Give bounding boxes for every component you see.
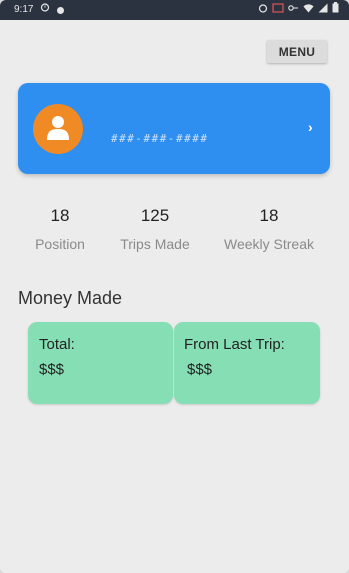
status-time: 9:17: [14, 4, 34, 15]
stat-position: 18 Position: [25, 204, 95, 252]
device-frame: 9:17 MENU ###-###-#### › 18 Position 125…: [0, 0, 349, 573]
status-bar: 9:17: [0, 0, 349, 20]
notification-dot-icon: [57, 6, 65, 14]
total-label: Total:: [39, 336, 75, 353]
menu-button[interactable]: MENU: [267, 40, 327, 63]
wifi-icon: [303, 0, 314, 20]
alarm-icon: [40, 0, 50, 20]
stat-label: Trips Made: [120, 236, 190, 252]
last-trip-value: $$$: [187, 361, 213, 378]
last-trip-label: From Last Trip:: [184, 336, 285, 353]
signal-icon: [318, 0, 328, 20]
profile-card[interactable]: ###-###-#### ›: [18, 83, 330, 174]
key-icon: [288, 0, 299, 20]
sim-icon: [272, 0, 284, 20]
last-trip-card: From Last Trip: $$$: [174, 322, 320, 404]
money-made-title: Money Made: [18, 288, 123, 308]
total-card: Total: $$$: [28, 322, 173, 404]
status-right-group: [258, 0, 339, 20]
chevron-right-icon[interactable]: ›: [308, 119, 313, 135]
phone-number: ###-###-####: [111, 132, 209, 145]
stat-label: Weekly Streak: [224, 236, 314, 252]
stat-weekly-streak: 18 Weekly Streak: [217, 204, 321, 252]
battery-icon: [332, 0, 339, 20]
app-screen: MENU ###-###-#### › 18 Position 125 Trip…: [0, 20, 349, 573]
avatar: [33, 104, 83, 154]
stat-value: 18: [259, 206, 279, 225]
stat-label: Position: [35, 236, 85, 252]
person-icon: [47, 116, 69, 140]
status-left-group: 9:17: [14, 0, 65, 20]
stat-value: 18: [50, 206, 70, 225]
stat-value: 125: [140, 206, 170, 225]
stat-trips-made: 125 Trips Made: [112, 204, 198, 252]
total-value: $$$: [39, 361, 65, 378]
alarm-icon: [258, 0, 268, 20]
